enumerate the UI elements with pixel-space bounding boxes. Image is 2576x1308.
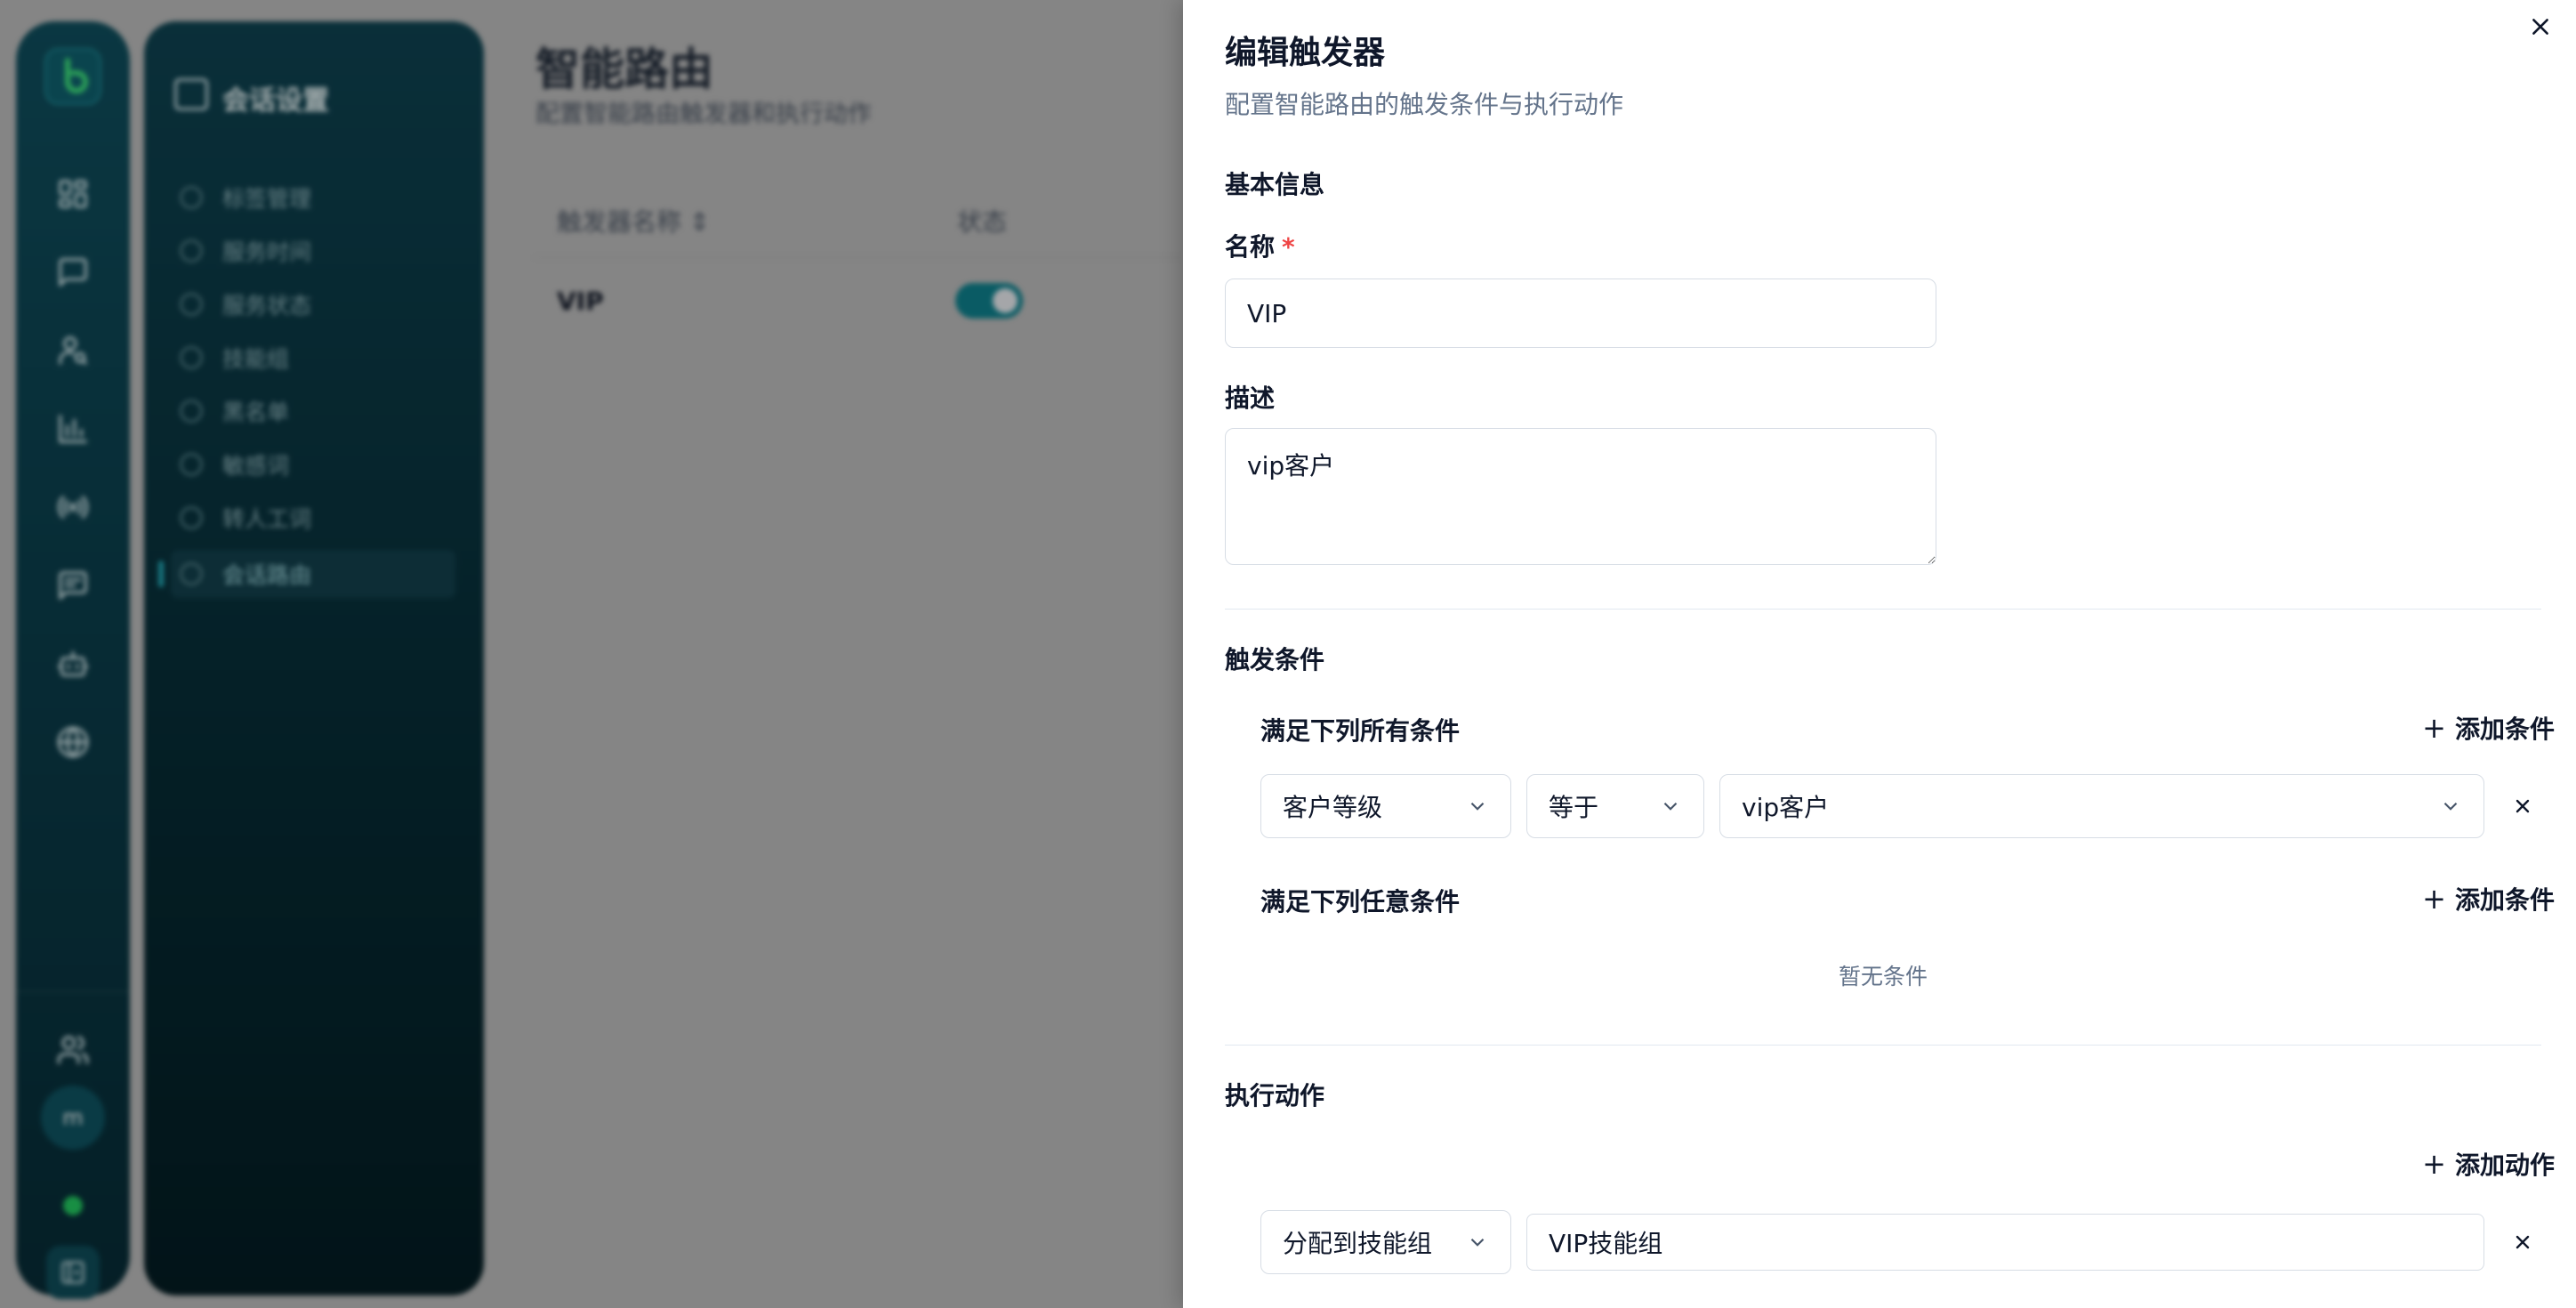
- condition-operator-select[interactable]: 等于: [1526, 774, 1704, 838]
- drawer-subtitle: 配置智能路由的触发条件与执行动作: [1225, 90, 1624, 119]
- all-conditions-label: 满足下列所有条件: [1260, 716, 1461, 746]
- add-action-button[interactable]: + 添加动作: [2422, 1146, 2555, 1182]
- input-value: VIP技能组: [1549, 1229, 1663, 1258]
- name-input[interactable]: [1225, 279, 1936, 348]
- section-trigger-conditions: 触发条件: [1225, 645, 1325, 674]
- condition-field-select[interactable]: 客户等级: [1260, 774, 1511, 838]
- close-button[interactable]: [2521, 7, 2560, 46]
- description-label: 描述: [1225, 384, 1276, 413]
- plus-icon: +: [2422, 882, 2446, 916]
- name-label: 名称 *: [1225, 228, 1295, 263]
- remove-action-button[interactable]: [2505, 1224, 2540, 1260]
- close-icon: [2516, 799, 2530, 813]
- chevron-down-icon: [1470, 1238, 1485, 1247]
- plus-icon: +: [2422, 711, 2446, 745]
- select-value: 等于: [1549, 793, 1599, 822]
- any-conditions-label: 满足下列任意条件: [1260, 887, 1461, 916]
- description-textarea[interactable]: vip客户: [1225, 428, 1936, 565]
- add-action-label: 添加动作: [2454, 1151, 2555, 1180]
- drawer-title: 编辑触发器: [1225, 35, 1386, 71]
- select-value: vip客户: [1742, 793, 1830, 822]
- close-icon: [2532, 19, 2548, 35]
- select-value: 客户等级: [1283, 793, 1383, 822]
- chevron-down-icon: [1663, 802, 1678, 811]
- action-type-select[interactable]: 分配到技能组: [1260, 1210, 1511, 1274]
- select-value: 分配到技能组: [1283, 1229, 1433, 1258]
- chevron-down-icon: [2443, 802, 2458, 811]
- condition-value-select[interactable]: vip客户: [1719, 774, 2484, 838]
- modal-overlay[interactable]: [0, 0, 1183, 1308]
- edit-trigger-drawer: 编辑触发器 配置智能路由的触发条件与执行动作 基本信息 名称* 描述 vip客户…: [1183, 0, 2576, 1308]
- close-icon: [2516, 1235, 2530, 1249]
- add-condition-label: 添加条件: [2454, 885, 2555, 915]
- empty-conditions-text: 暂无条件: [1838, 964, 1928, 989]
- section-basic-info: 基本信息: [1225, 170, 1325, 199]
- remove-condition-button[interactable]: [2505, 788, 2540, 824]
- required-mark: *: [1282, 232, 1295, 262]
- add-condition-label: 添加条件: [2454, 715, 2555, 744]
- add-any-condition-button[interactable]: + 添加条件: [2422, 881, 2555, 916]
- chevron-down-icon: [1470, 802, 1485, 811]
- add-all-condition-button[interactable]: + 添加条件: [2422, 710, 2555, 746]
- section-divider: [1225, 1045, 2541, 1046]
- section-divider: [1225, 609, 2541, 610]
- name-label-text: 名称: [1225, 232, 1276, 262]
- plus-icon: +: [2422, 1147, 2446, 1181]
- section-actions: 执行动作: [1225, 1081, 1325, 1110]
- action-value-input[interactable]: VIP技能组: [1526, 1214, 2484, 1271]
